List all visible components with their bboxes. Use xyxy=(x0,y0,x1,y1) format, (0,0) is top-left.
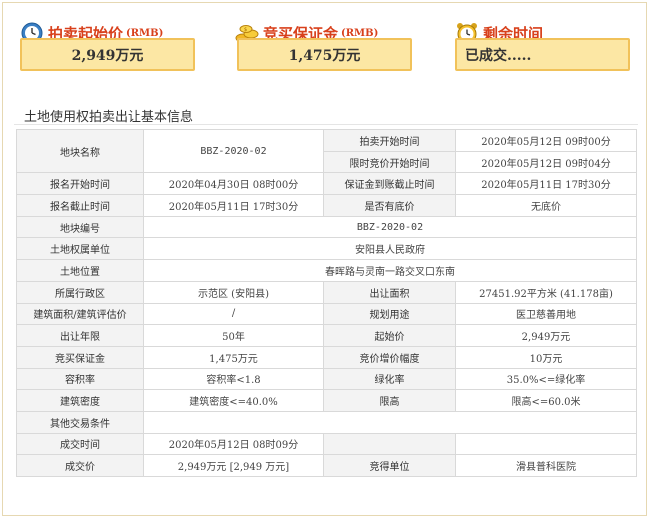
label-district: 所属行政区 xyxy=(16,280,144,304)
table-row: 报名开始时间 2020年04月30日 08时00分 保证金到账截止时间 2020… xyxy=(16,172,637,196)
label-green-ratio: 绿化率 xyxy=(323,367,456,391)
label-building-area: 建筑面积/建筑评估价 xyxy=(16,302,144,326)
label-planned-use: 规划用途 xyxy=(323,302,456,326)
remaining-time-value-box: 已成交..... xyxy=(455,38,630,71)
value-reserve-price: 无底价 xyxy=(455,194,637,217)
value-building-density: 建筑密度<=40.0% xyxy=(143,389,324,412)
table-row: 土地位置 春晖路与灵南一路交叉口东南 xyxy=(16,259,637,282)
remaining-time-value: 已成交..... xyxy=(465,47,532,64)
label-winning-bidder: 竞得单位 xyxy=(323,454,456,477)
deposit-unit: (RMB) xyxy=(341,27,379,39)
label-land-owner: 土地权属单位 xyxy=(16,237,144,261)
table-row: 容积率 容积率<1.8 绿化率 35.0%<=绿化率 xyxy=(16,367,637,391)
label-reserve-price: 是否有底价 xyxy=(323,194,456,217)
label-auction-start: 拍卖开始时间 xyxy=(323,129,456,152)
land-info-table: 地块名称 BBZ-2020-02 拍卖开始时间 2020年05月12日 09时0… xyxy=(16,128,637,477)
value-deal-time: 2020年05月12日 08时09分 xyxy=(143,432,324,456)
value-timed-bid-start: 2020年05月12日 09时04分 xyxy=(455,150,637,174)
value-bid-increment: 10万元 xyxy=(455,345,637,369)
value-plot-ratio: 容积率<1.8 xyxy=(143,367,324,391)
value-planned-use: 医卫慈善用地 xyxy=(455,302,637,326)
value-district: 示范区 (安阳县) xyxy=(143,280,324,304)
label-empty xyxy=(323,432,456,456)
label-term: 出让年限 xyxy=(16,324,144,347)
value-deposit-deadline: 2020年05月11日 17时30分 xyxy=(455,172,637,196)
deposit-value-box: 1,475万元 xyxy=(237,38,412,71)
table-row: 竞买保证金 1,475万元 竞价增价幅度 10万元 xyxy=(16,345,637,369)
value-land-owner: 安阳县人民政府 xyxy=(143,237,637,261)
value-green-ratio: 35.0%<=绿化率 xyxy=(455,367,637,391)
table-row: 出让年限 50年 起始价 2,949万元 xyxy=(16,324,637,347)
value-empty xyxy=(455,432,637,456)
table-row: 建筑密度 建筑密度<=40.0% 限高 限高<=60.0米 xyxy=(16,389,637,412)
table-row: 所属行政区 示范区 (安阳县) 出让面积 27451.92平方米 (41.178… xyxy=(16,280,637,304)
label-parcel-number: 地块编号 xyxy=(16,215,144,239)
table-row: 成交价 2,949万元 [2,949 万元] 竞得单位 滑县普科医院 xyxy=(16,454,637,477)
table-row: 土地权属单位 安阳县人民政府 xyxy=(16,237,637,261)
label-deal-price: 成交价 xyxy=(16,454,144,477)
label-building-density: 建筑密度 xyxy=(16,389,144,412)
section-divider xyxy=(14,124,638,125)
section-title: 土地使用权拍卖出让基本信息 xyxy=(24,110,194,125)
value-height-limit: 限高<=60.0米 xyxy=(455,389,637,412)
label-registration-end: 报名截止时间 xyxy=(16,194,144,217)
label-deposit: 竞买保证金 xyxy=(16,345,144,369)
label-height-limit: 限高 xyxy=(323,389,456,412)
start-price-value-box: 2,949万元 xyxy=(20,38,195,71)
value-term: 50年 xyxy=(143,324,324,347)
start-price-value: 2,949万元 xyxy=(71,47,144,64)
value-auction-start: 2020年05月12日 09时00分 xyxy=(455,129,637,152)
label-plot-ratio: 容积率 xyxy=(16,367,144,391)
label-other-conditions: 其他交易条件 xyxy=(16,410,144,434)
label-deal-time: 成交时间 xyxy=(16,432,144,456)
value-other-conditions xyxy=(143,410,637,434)
value-deal-price: 2,949万元 [2,949 万元] xyxy=(143,454,324,477)
table-row: 成交时间 2020年05月12日 08时09分 xyxy=(16,432,637,456)
value-land-location: 春晖路与灵南一路交叉口东南 xyxy=(143,259,637,282)
value-parcel-number: BBZ-2020-02 xyxy=(143,215,637,239)
table-row: 报名截止时间 2020年05月11日 17时30分 是否有底价 无底价 xyxy=(16,194,637,217)
value-parcel-name: BBZ-2020-02 xyxy=(143,128,324,174)
label-parcel-name: 地块名称 xyxy=(16,128,144,174)
table-row: 其他交易条件 xyxy=(16,410,637,434)
label-bid-increment: 竞价增价幅度 xyxy=(323,345,456,369)
label-area: 出让面积 xyxy=(323,280,456,304)
value-area: 27451.92平方米 (41.178亩) xyxy=(455,280,637,304)
label-land-location: 土地位置 xyxy=(16,259,144,282)
table-row: 地块名称 BBZ-2020-02 拍卖开始时间 2020年05月12日 09时0… xyxy=(16,128,637,174)
label-start-price: 起始价 xyxy=(323,324,456,347)
value-registration-start: 2020年04月30日 08时00分 xyxy=(143,172,324,196)
start-price-unit: (RMB) xyxy=(126,27,164,39)
label-registration-start: 报名开始时间 xyxy=(16,172,144,196)
svg-text:$: $ xyxy=(244,27,247,33)
value-registration-end: 2020年05月11日 17时30分 xyxy=(143,194,324,217)
label-deposit-deadline: 保证金到账截止时间 xyxy=(323,172,456,196)
table-row: 建筑面积/建筑评估价 / 规划用途 医卫慈善用地 xyxy=(16,302,637,326)
value-deposit: 1,475万元 xyxy=(143,345,324,369)
value-building-area: / xyxy=(143,302,324,326)
value-start-price: 2,949万元 xyxy=(455,324,637,347)
table-row: 地块编号 BBZ-2020-02 xyxy=(16,215,637,239)
label-timed-bid-start: 限时竞价开始时间 xyxy=(323,150,456,174)
deposit-value: 1,475万元 xyxy=(288,47,361,64)
value-winning-bidder: 滑县普科医院 xyxy=(455,454,637,477)
